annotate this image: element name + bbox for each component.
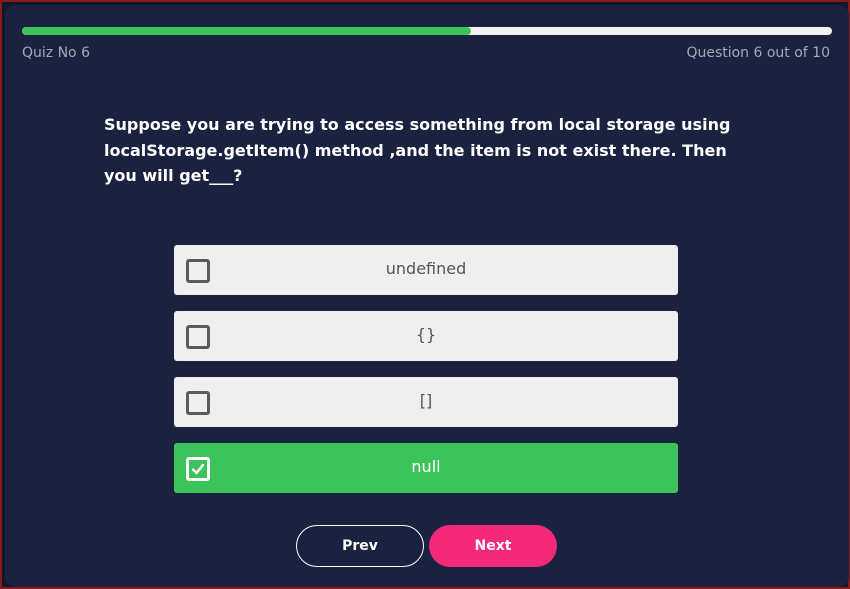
question-text: Suppose you are trying to access somethi… <box>104 115 731 185</box>
options-list: undefined {} [] null <box>174 245 678 509</box>
quiz-label: Quiz No 6 <box>22 45 90 61</box>
app-frame: Quiz No 6 Question 6 out of 10 Suppose y… <box>0 0 850 589</box>
option-null[interactable]: null <box>174 443 678 493</box>
option-empty-array[interactable]: [] <box>174 377 678 427</box>
option-empty-object[interactable]: {} <box>174 311 678 361</box>
prev-button[interactable]: Prev <box>296 525 424 567</box>
option-label: null <box>411 457 441 476</box>
progress-fill <box>22 27 471 35</box>
option-label: undefined <box>385 259 467 278</box>
option-label: [] <box>419 391 433 410</box>
progress-bar <box>22 27 832 35</box>
option-undefined[interactable]: undefined <box>174 245 678 295</box>
question-counter: Question 6 out of 10 <box>686 45 830 61</box>
option-label: {} <box>415 325 437 344</box>
next-button[interactable]: Next <box>429 525 557 567</box>
quiz-card: Quiz No 6 Question 6 out of 10 Suppose y… <box>5 5 849 587</box>
